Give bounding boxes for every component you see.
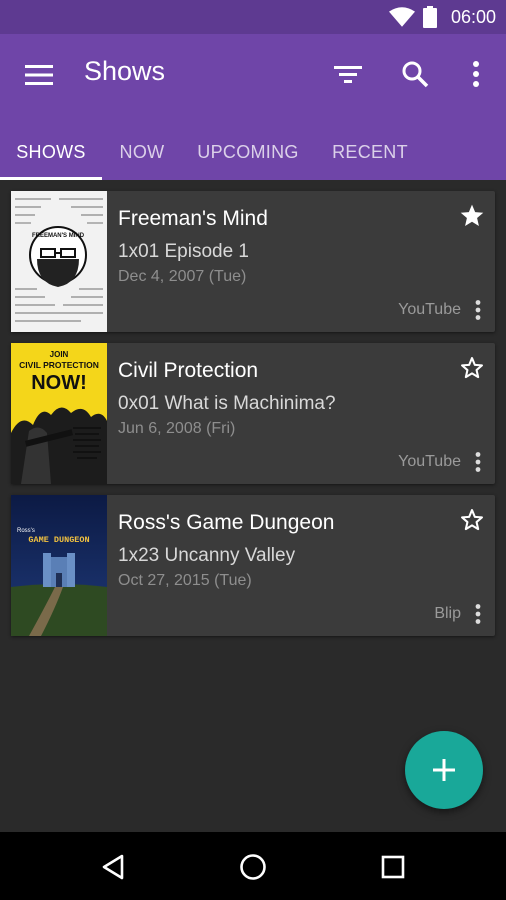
more-vert-icon [475, 604, 481, 624]
network-label: YouTube [398, 453, 461, 470]
system-nav-bar [0, 832, 506, 900]
plus-icon [433, 759, 455, 781]
status-time: 06:00 [450, 6, 496, 27]
battery-icon [422, 6, 437, 28]
network-label: YouTube [398, 301, 461, 318]
app-bar: Shows SHOWS NOW UPCOMING RECENT [0, 34, 506, 180]
more-vert-icon [475, 300, 481, 320]
recents-square-icon [381, 855, 405, 879]
show-overflow-button[interactable] [466, 601, 490, 627]
tab-recent[interactable]: RECENT [314, 124, 426, 180]
poster-text: GAME DUNGEON [28, 535, 89, 545]
favorite-toggle[interactable] [457, 353, 487, 383]
episode-label: 1x23 Uncanny Valley [118, 545, 296, 566]
air-date: Jun 6, 2008 (Fri) [118, 420, 236, 437]
air-date: Oct 27, 2015 (Tue) [118, 572, 252, 589]
network-label: Blip [434, 605, 461, 622]
show-poster[interactable]: Ross's GAME DUNGEON [11, 495, 107, 636]
add-show-button[interactable] [405, 731, 483, 809]
nav-back-button[interactable] [96, 850, 130, 884]
filter-icon [334, 66, 362, 83]
star-filled-icon [460, 204, 484, 226]
episode-label: 1x01 Episode 1 [118, 241, 249, 262]
show-overflow-button[interactable] [466, 297, 490, 323]
menu-icon [25, 65, 53, 85]
more-vert-icon [473, 61, 479, 87]
show-poster[interactable]: FREEMAN'S MIND [11, 191, 107, 332]
tab-upcoming[interactable]: UPCOMING [182, 124, 314, 180]
favorite-toggle[interactable] [457, 505, 487, 535]
tab-bar: SHOWS NOW UPCOMING RECENT [0, 124, 506, 180]
filter-button[interactable] [330, 56, 366, 92]
poster-text: NOW! [31, 372, 87, 394]
page-title: Shows [84, 56, 166, 86]
show-card[interactable]: JOIN CIVIL PROTECTION NOW! Civil Protect… [11, 343, 495, 484]
show-poster[interactable]: JOIN CIVIL PROTECTION NOW! [11, 343, 107, 484]
back-triangle-icon [102, 854, 124, 880]
home-circle-icon [240, 854, 266, 880]
poster-text: Ross's [17, 528, 35, 534]
wifi-icon [388, 7, 415, 27]
show-card[interactable]: FREEMAN'S MIND Freeman's Mind 1x01 Episo… [11, 191, 495, 332]
status-bar: 06:00 [0, 0, 506, 34]
favorite-toggle[interactable] [457, 201, 487, 231]
episode-label: 0x01 What is Machinima? [118, 393, 336, 414]
tab-shows[interactable]: SHOWS [0, 124, 102, 180]
menu-button[interactable] [22, 58, 56, 92]
nav-home-button[interactable] [236, 850, 270, 884]
poster-text: FREEMAN'S MIND [32, 233, 85, 239]
poster-text: JOIN [50, 350, 69, 359]
nav-recents-button[interactable] [376, 850, 410, 884]
tab-now[interactable]: NOW [102, 124, 182, 180]
poster-text: CIVIL PROTECTION [19, 360, 99, 370]
show-overflow-button[interactable] [466, 449, 490, 475]
star-outline-icon [461, 509, 483, 531]
show-title: Freeman's Mind [118, 207, 268, 230]
search-button[interactable] [397, 56, 433, 92]
show-title: Civil Protection [118, 359, 259, 382]
overflow-menu-button[interactable] [458, 56, 494, 92]
more-vert-icon [475, 452, 481, 472]
star-outline-icon [461, 357, 483, 379]
toolbar: Shows [0, 34, 506, 114]
show-title: Ross's Game Dungeon [118, 511, 335, 534]
search-icon [402, 61, 429, 88]
air-date: Dec 4, 2007 (Tue) [118, 268, 247, 285]
tab-indicator [0, 177, 102, 180]
show-card[interactable]: Ross's GAME DUNGEON Ross's Game Dungeon … [11, 495, 495, 636]
